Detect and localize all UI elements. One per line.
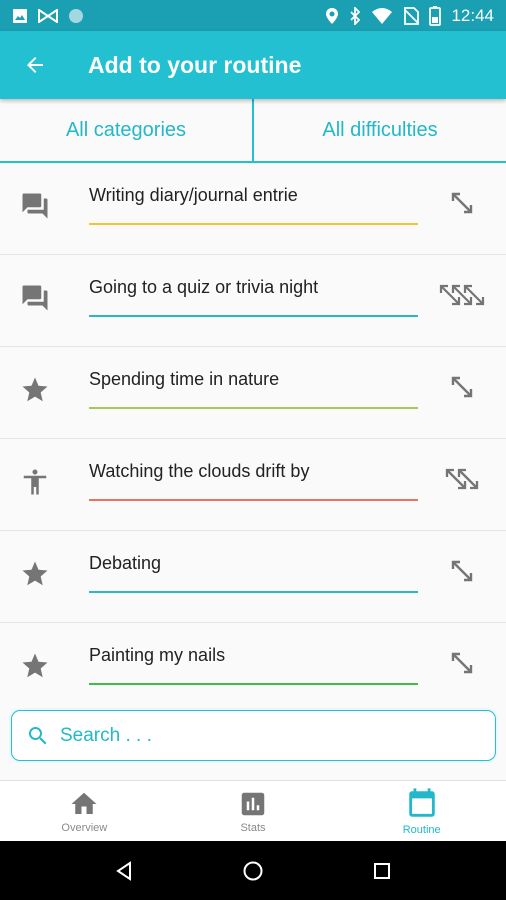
star-icon — [22, 561, 48, 586]
person-icon — [23, 469, 47, 495]
stats-icon — [241, 792, 265, 816]
nav-routine[interactable]: Routine — [337, 781, 506, 842]
star-icon — [22, 653, 48, 678]
nav-overview[interactable]: Overview — [0, 781, 169, 842]
bottom-nav: Overview Stats Routine — [0, 780, 506, 842]
search-icon — [29, 726, 47, 744]
status-time: 12:44 — [451, 5, 494, 25]
activity-label: Debating — [89, 553, 162, 573]
nav-stats-label: Stats — [240, 822, 266, 834]
chat-icon — [22, 285, 48, 311]
filter-bar: All categories All difficulties — [0, 99, 506, 163]
back-button[interactable] — [0, 31, 70, 99]
difficulty-icon[interactable] — [443, 464, 481, 494]
system-home-button[interactable] — [233, 851, 273, 891]
difficulty-icon[interactable] — [447, 556, 477, 586]
location-icon — [326, 7, 339, 24]
categories-filter[interactable]: All categories — [0, 99, 252, 161]
activity-list: Writing diary/journal entrie Going to a … — [0, 163, 506, 714]
system-recents-button[interactable] — [362, 851, 402, 891]
status-bar: 12:44 — [0, 0, 506, 31]
app-bar: Add to your routine — [0, 31, 506, 99]
category-underline — [89, 223, 418, 225]
activity-label: Writing diary/journal entrie — [89, 185, 298, 205]
bowtie-icon — [38, 8, 58, 23]
category-underline — [89, 591, 418, 593]
home-icon — [71, 792, 97, 814]
category-underline — [89, 499, 418, 501]
activity-label: Going to a quiz or trivia night — [89, 277, 319, 297]
no-sim-icon — [404, 6, 420, 25]
calendar-icon — [408, 788, 435, 817]
list-item[interactable]: Painting my nails — [0, 623, 506, 714]
arrow-back-icon — [27, 57, 43, 73]
circle-icon — [69, 8, 83, 23]
status-left-icons — [12, 8, 84, 24]
category-underline — [89, 683, 418, 685]
status-right-icons: 12:44 — [325, 5, 494, 26]
difficulties-filter[interactable]: All difficulties — [254, 99, 506, 161]
difficulty-icon[interactable] — [447, 372, 477, 402]
difficulty-icon[interactable] — [447, 648, 477, 678]
difficulty-icon[interactable] — [447, 188, 477, 218]
square-recents-icon — [373, 862, 390, 879]
nav-routine-label: Routine — [402, 824, 441, 836]
chat-icon — [22, 193, 48, 219]
activity-label: Painting my nails — [89, 645, 226, 665]
nav-stats[interactable]: Stats — [169, 781, 338, 842]
circle-home-icon — [243, 861, 263, 880]
image-icon — [13, 8, 27, 23]
search-input[interactable] — [58, 723, 462, 748]
category-underline — [89, 407, 418, 409]
list-item[interactable]: Spending time in nature — [0, 347, 506, 439]
activity-label: Watching the clouds drift by — [89, 461, 310, 481]
triangle-back-icon — [116, 860, 132, 881]
list-item[interactable]: Going to a quiz or trivia night — [0, 255, 506, 347]
activity-label: Spending time in nature — [89, 369, 280, 389]
bluetooth-icon — [350, 6, 361, 25]
list-item[interactable]: Debating — [0, 531, 506, 623]
system-nav-bar — [0, 841, 506, 900]
page-title: Add to your routine — [88, 51, 302, 78]
nav-overview-label: Overview — [61, 822, 108, 834]
list-item[interactable]: Writing diary/journal entrie — [0, 163, 506, 255]
difficulty-icon[interactable] — [438, 280, 488, 310]
search-box[interactable] — [11, 710, 496, 761]
star-icon — [22, 377, 48, 402]
system-back-button[interactable] — [104, 851, 144, 891]
battery-icon — [429, 5, 442, 26]
wifi-icon — [372, 7, 393, 24]
list-item[interactable]: Watching the clouds drift by — [0, 439, 506, 531]
category-underline — [89, 315, 418, 317]
